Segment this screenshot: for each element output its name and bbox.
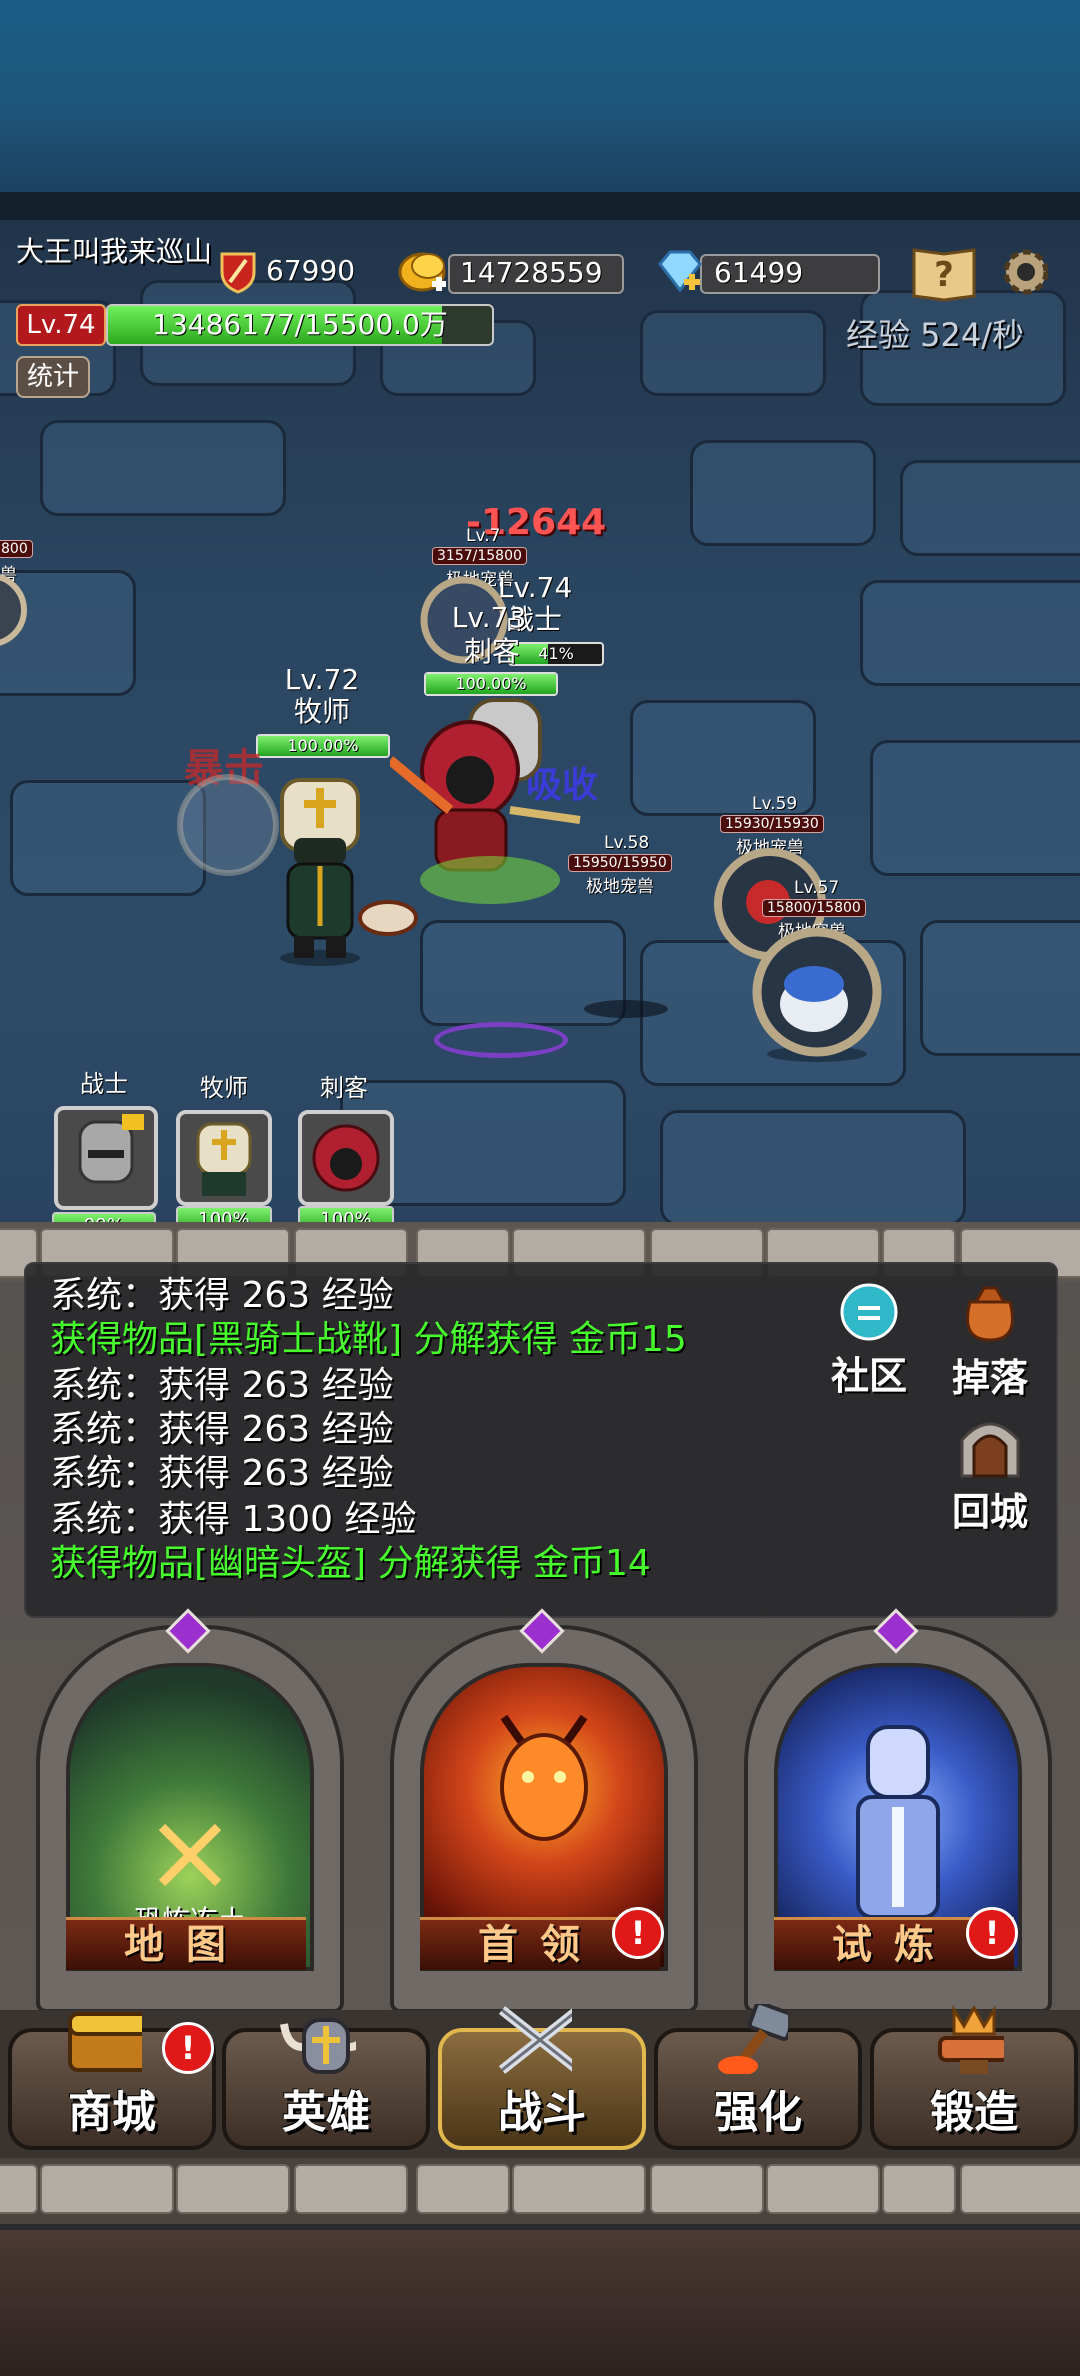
assassin-level: Lv.73: [451, 601, 527, 634]
nav-shop-label: 商城: [68, 2087, 156, 2138]
enemy-2-level: Lv.59: [752, 794, 798, 814]
help-book-icon[interactable]: ?: [910, 240, 980, 302]
nav-forge-label: 锻造: [930, 2087, 1018, 2138]
edge-enemy-hp: 800: [0, 540, 33, 558]
nav-enhance[interactable]: 强化: [654, 2004, 862, 2150]
party-warrior-label: 战士: [80, 1070, 128, 1098]
player-level-badge: Lv.74: [16, 304, 106, 346]
priest-class: 牧师: [293, 695, 350, 728]
log-line: 获得物品[幽暗头盔] 分解获得 金币14: [50, 1543, 651, 1584]
enemy-3-level: Lv.58: [604, 833, 650, 853]
enemy-1-level: Lv.7: [466, 526, 501, 546]
xp-text: 13486177/15500.0万: [152, 308, 448, 341]
nav-shop[interactable]: 商城 !: [8, 2012, 216, 2150]
power-value: 67990: [266, 254, 356, 287]
nav-forge[interactable]: 锻造: [870, 2004, 1078, 2150]
log-line: 系统：获得 263 经验: [50, 1365, 394, 1406]
nav-heroes[interactable]: 英雄: [222, 2018, 430, 2150]
party-warrior-portrait[interactable]: [54, 1106, 158, 1210]
nav-battle[interactable]: 战斗: [438, 2006, 646, 2150]
stone-wall-bottom: [0, 2158, 1080, 2224]
trial-gate[interactable]: 试炼 !: [744, 1608, 1052, 2013]
crossed-swords-icon: [498, 2006, 572, 2074]
crossed-swords-icon: [158, 1823, 222, 1887]
sky-background: [0, 0, 1080, 205]
party-priest-label: 牧师: [200, 1074, 248, 1102]
log-line: 系统：获得 263 经验: [50, 1275, 394, 1316]
boss-gate[interactable]: 首领 !: [390, 1608, 698, 2013]
trial-alert-icon: !: [966, 1907, 1018, 1959]
hammer-icon: [718, 2004, 788, 2074]
town-gate-icon: [960, 1422, 1020, 1478]
treasure-chest-icon: [68, 2012, 142, 2072]
nav-heroes-label: 英雄: [282, 2087, 370, 2138]
gold-value: 14728559: [460, 256, 603, 289]
party-assassin-label: 刺客: [320, 1074, 368, 1102]
exp-rate: 经验 524/秒: [846, 316, 1025, 354]
player-name: 大王叫我来巡山: [16, 235, 213, 268]
log-line: 系统：获得 263 经验: [50, 1409, 394, 1450]
party-priest-portrait[interactable]: [176, 1110, 272, 1206]
enemy-3-name: 极地宠兽: [586, 877, 654, 897]
knight-statue-art: [856, 1725, 940, 1919]
diamond-value: 61499: [714, 256, 804, 289]
diamond-plus-icon[interactable]: [654, 246, 708, 298]
chat-bubble-icon: [840, 1283, 898, 1341]
priest-level: Lv.72: [284, 663, 360, 696]
loot-bag-icon: [966, 1286, 1014, 1342]
log-line: 系统：获得 1300 经验: [50, 1499, 417, 1540]
shield-sword-icon: [220, 252, 256, 294]
xp-bar: 13486177/15500.0万: [106, 304, 494, 346]
log-line: 获得物品[黑骑士战靴] 分解获得 金币15: [50, 1319, 687, 1360]
assassin-class: 刺客: [463, 635, 520, 668]
community-button[interactable]: 社区: [824, 1282, 914, 1400]
map-caption: 地图: [66, 1917, 306, 1970]
boss-alert-icon: !: [612, 1907, 664, 1959]
gold-coins-plus-icon[interactable]: [398, 246, 452, 298]
stats-button[interactable]: 统计: [16, 356, 90, 398]
enemy-3-hp: 15950/15950: [568, 854, 672, 872]
enemy-4-hp: 15800/15800: [762, 899, 866, 917]
warrior-level: Lv.74: [497, 571, 573, 604]
enemy-1-hp: 3157/15800: [432, 547, 527, 565]
edge-enemy-sprite[interactable]: [0, 560, 36, 690]
anvil-crown-icon: [938, 2004, 1004, 2074]
enemy-4-sprite[interactable]: [744, 928, 890, 1064]
horned-helmet-icon: [280, 2018, 356, 2074]
portal-ring: [434, 1022, 568, 1058]
gear-icon[interactable]: [996, 242, 1056, 302]
map-gate[interactable]: 恐怖冻土 地图: [36, 1608, 344, 2013]
party-assassin-portrait[interactable]: [298, 1110, 394, 1206]
enemy-3-shadow: [584, 1000, 668, 1018]
drops-button[interactable]: 掉落: [940, 1280, 1040, 1402]
assassin-warrior-sprite[interactable]: [390, 680, 590, 910]
enemy-4-level: Lv.57: [794, 878, 840, 898]
svg-text:?: ?: [934, 255, 954, 295]
shop-alert-icon: !: [162, 2022, 214, 2074]
ground-bg: [0, 2230, 1080, 2376]
nav-enhance-label: 强化: [714, 2087, 802, 2138]
nav-battle-label: 战斗: [498, 2087, 586, 2138]
enemy-2-hp: 15930/15930: [720, 815, 824, 833]
log-line: 系统：获得 263 经验: [50, 1453, 394, 1494]
return-town-button[interactable]: 回城: [940, 1412, 1040, 1536]
priest-hp-bar: 100.00%: [256, 734, 390, 758]
demon-boss-art: [500, 1714, 588, 1841]
